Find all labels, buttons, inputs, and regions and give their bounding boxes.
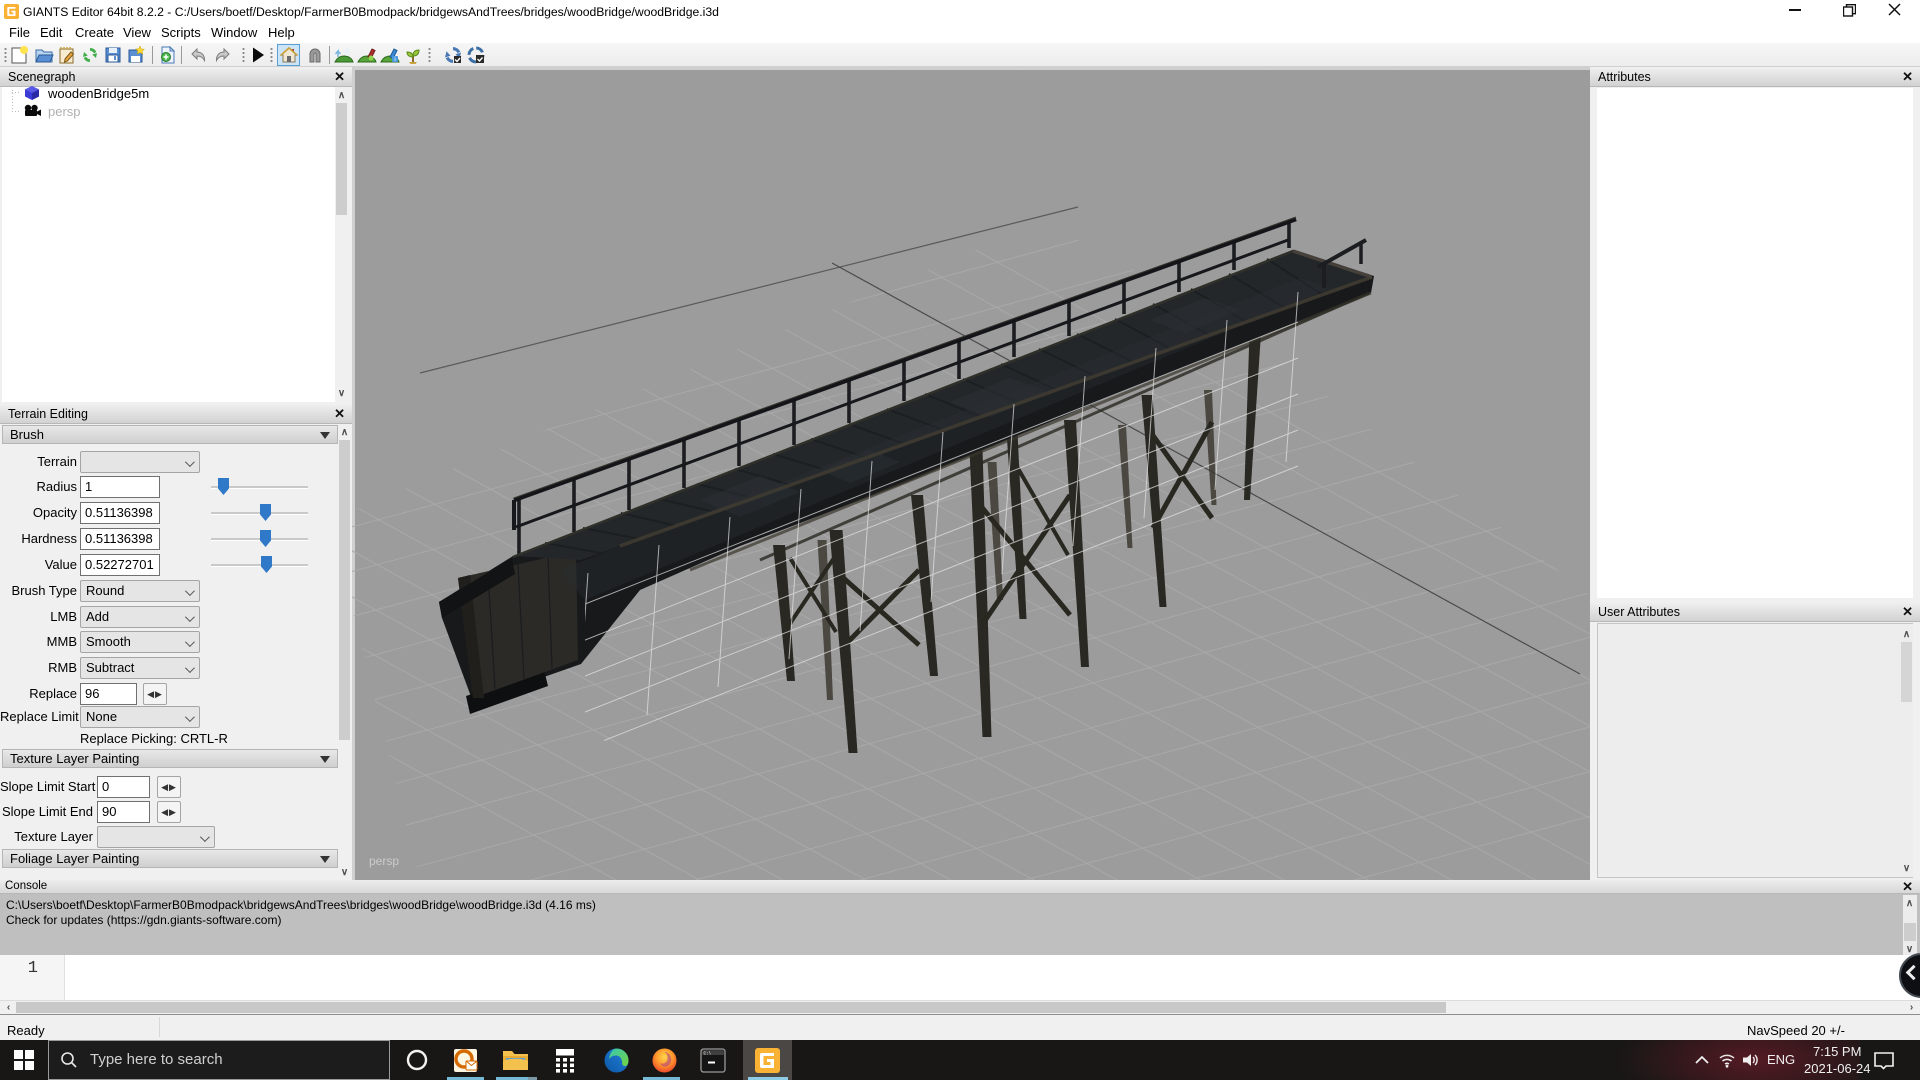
svg-text:C:\: C:\ <box>704 1051 712 1056</box>
svg-text:i: i <box>394 57 395 63</box>
